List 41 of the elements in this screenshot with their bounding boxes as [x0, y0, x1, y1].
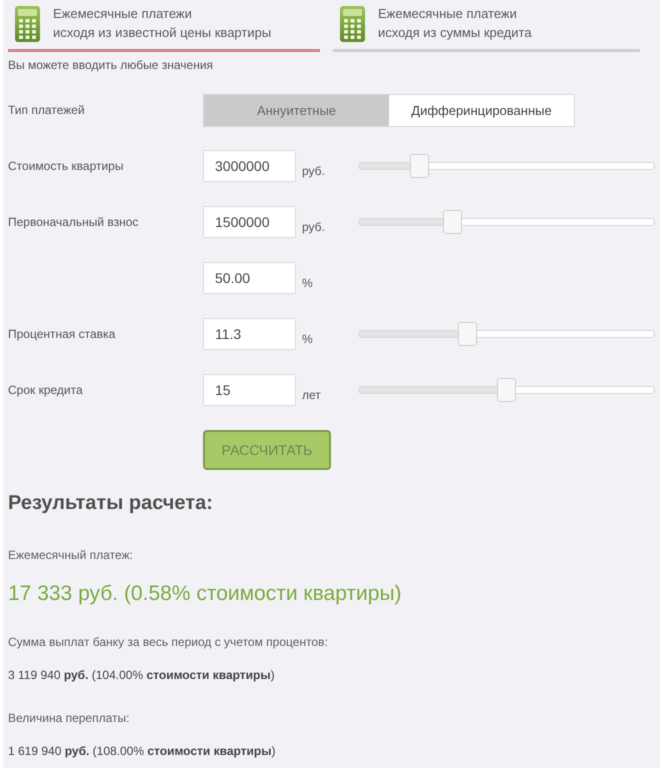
field-label: Первоначальный взнос	[8, 215, 138, 229]
results-heading: Результаты расчета:	[8, 491, 213, 515]
slider-handle[interactable]	[496, 378, 516, 402]
slider-track[interactable]	[358, 386, 655, 394]
slider-handle[interactable]	[410, 154, 430, 178]
slider-handle[interactable]	[443, 210, 462, 234]
unit-label: %	[302, 276, 313, 290]
slider-handle[interactable]	[458, 322, 477, 346]
calculator-tab[interactable]: Ежемесячные платежи исходя из известной цены квартиры	[8, 4, 320, 52]
slider[interactable]	[358, 210, 655, 234]
slider-track[interactable]	[358, 330, 655, 338]
unit-label: %	[302, 332, 313, 346]
slider[interactable]	[358, 154, 655, 178]
field-label: Стоимость квартиры	[8, 159, 124, 173]
slider[interactable]	[358, 322, 655, 346]
result-value: 1 619 940 руб. (108.00% стоимости квартиры)	[8, 743, 276, 759]
payment-type-option[interactable]: Аннуитетные	[204, 95, 389, 126]
slider-track[interactable]	[358, 162, 655, 170]
unit-label: лет	[302, 388, 321, 402]
calculator-tab[interactable]: Ежемесячные платежи исходя из суммы кредита	[333, 4, 640, 52]
input-field[interactable]: 11.3	[203, 318, 296, 350]
calculator-icon	[15, 6, 40, 42]
hint-text: Вы можете вводить любые значения	[8, 57, 214, 73]
field-label: Процентная ставка	[8, 327, 116, 341]
field-label: Тип платежей	[8, 103, 85, 117]
unit-label: руб.	[302, 164, 325, 178]
result-label: Величина переплаты:	[8, 710, 130, 726]
input-field[interactable]: 50.00	[203, 262, 296, 294]
result-label: Ежемесячный платеж:	[8, 547, 133, 563]
result-value: 3 119 940 руб. (104.00% стоимости квартиры)	[8, 667, 275, 683]
result-label: Сумма выплат банку за весь период с учетом процентов:	[8, 634, 328, 650]
unit-label: руб.	[302, 220, 325, 234]
slider[interactable]	[358, 378, 655, 402]
input-field[interactable]: 15	[203, 374, 296, 406]
field-label: Срок кредита	[8, 383, 83, 397]
payment-type-option[interactable]: Дифферинцированные	[389, 95, 574, 126]
calculator-icon	[340, 6, 365, 42]
slider-track[interactable]	[358, 218, 655, 226]
input-field[interactable]: 1500000	[203, 206, 296, 238]
result-value: 17 333 руб. (0.58% стоимости квартиры)	[8, 581, 402, 607]
input-field[interactable]: 3000000	[203, 150, 296, 182]
